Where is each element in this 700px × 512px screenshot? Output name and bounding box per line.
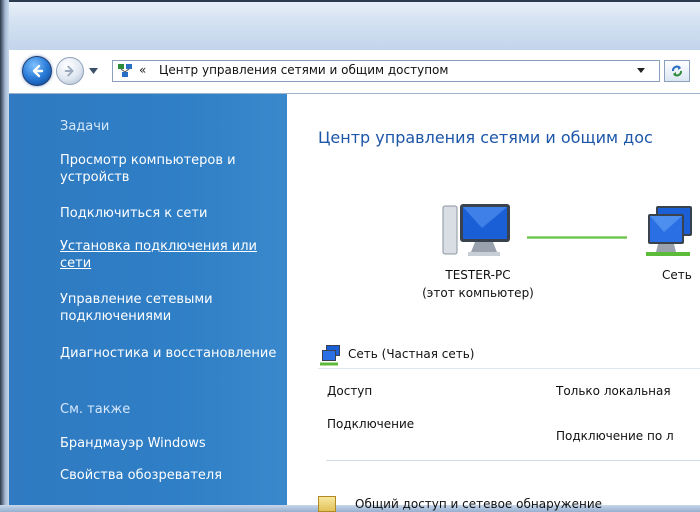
sharing-section-title: Общий доступ и сетевое обнаружение xyxy=(355,497,603,511)
forward-button[interactable] xyxy=(56,57,84,85)
page-title: Центр управления сетями и общим дос xyxy=(318,128,653,147)
property-value-connection[interactable]: Подключение по л xyxy=(556,429,674,443)
task-manage-connections[interactable]: Управление сетевыми подключениями xyxy=(60,291,280,325)
network-divider xyxy=(318,368,700,369)
property-label-access: Доступ xyxy=(327,384,373,398)
tasks-header: Задачи xyxy=(60,119,110,134)
computer-subtitle: (этот компьютер) xyxy=(422,286,534,300)
section-divider xyxy=(326,460,700,461)
task-setup-connection[interactable]: Установка подключения или сети xyxy=(60,238,280,272)
property-value-access: Только локальная xyxy=(556,384,671,398)
task-view-computers[interactable]: Просмотр компьютеров и устройств xyxy=(60,152,280,186)
network-icon[interactable] xyxy=(646,202,700,264)
property-label-connection: Подключение xyxy=(327,417,415,431)
window-border-top xyxy=(0,0,700,2)
breadcrumb-path[interactable]: Центр управления сетями и общим доступом xyxy=(159,63,448,77)
network-center-icon xyxy=(118,64,132,77)
chevron-down-icon xyxy=(88,68,98,74)
window-titlebar xyxy=(0,0,700,50)
address-bar[interactable]: « Центр управления сетями и общим доступ… xyxy=(112,60,660,82)
arrow-right-icon xyxy=(64,65,74,77)
back-button[interactable] xyxy=(22,56,52,86)
sharing-icon xyxy=(318,496,336,512)
see-also-internet-options[interactable]: Свойства обозревателя xyxy=(60,467,280,484)
arrow-left-icon xyxy=(32,64,44,78)
recent-pages-dropdown[interactable] xyxy=(87,64,99,78)
breadcrumb-chevron[interactable]: « xyxy=(139,63,146,77)
computer-name: TESTER-PC xyxy=(445,268,511,282)
address-dropdown-icon[interactable] xyxy=(637,68,645,73)
network-icon xyxy=(320,345,340,366)
see-also-header: См. также xyxy=(60,402,131,417)
refresh-icon xyxy=(672,65,682,77)
refresh-button[interactable] xyxy=(664,60,690,82)
network-name: Сеть (Частная сеть) xyxy=(348,347,475,361)
task-connect-network[interactable]: Подключиться к сети xyxy=(60,205,280,222)
computer-icon[interactable] xyxy=(442,200,514,262)
task-diagnose-repair[interactable]: Диагностика и восстановление xyxy=(60,345,280,362)
window-border-left xyxy=(0,0,9,512)
network-icon-label: Сеть xyxy=(662,268,692,282)
connection-line xyxy=(527,236,627,239)
see-also-firewall[interactable]: Брандмауэр Windows xyxy=(60,435,280,452)
